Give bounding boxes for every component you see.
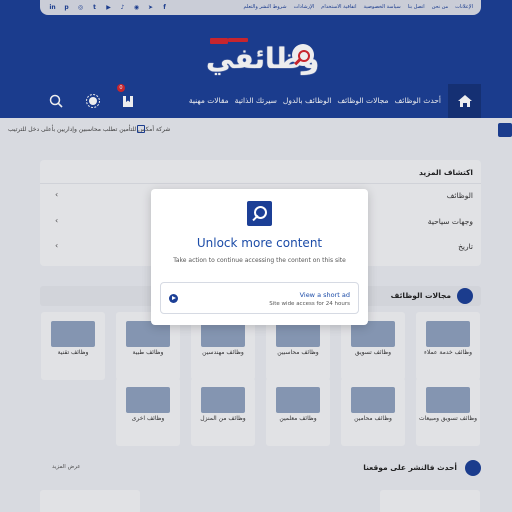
site-logo-icon [247, 201, 272, 226]
view-ad-option[interactable]: View a short ad Site wide access for 24 … [160, 282, 359, 314]
modal-subtitle: Take action to continue accessing the co… [173, 257, 346, 264]
view-ad-label: View a short ad [299, 291, 350, 299]
view-ad-description: Site wide access for 24 hours [269, 301, 350, 307]
unlock-content-modal: Unlock more content Take action to conti… [151, 189, 368, 325]
modal-title: Unlock more content [196, 236, 323, 250]
play-icon [169, 294, 178, 303]
